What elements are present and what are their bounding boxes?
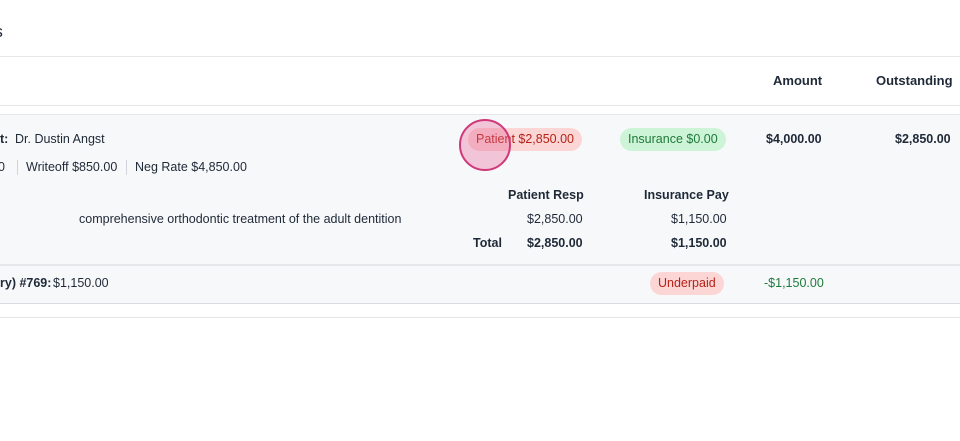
total-patient-resp: $2,850.00 (527, 236, 583, 250)
column-header-outstanding: Outstanding (876, 73, 953, 88)
page-title: nts (0, 22, 3, 42)
divider (0, 317, 960, 318)
total-label: Total (473, 236, 502, 250)
click-indicator (459, 119, 511, 171)
provider-name: Dr. Dustin Angst (15, 132, 105, 146)
stat-neg-rate: Neg Rate $4,850.00 (135, 160, 247, 174)
payment-amount: $1,150.00 (53, 276, 109, 290)
divider (0, 264, 960, 265)
payment-label: ry) #769: (0, 276, 52, 290)
stat-separator (17, 160, 18, 175)
panel-bottom-border (0, 303, 960, 304)
header-divider (0, 105, 960, 106)
column-header-amount: Amount (773, 73, 823, 88)
procedure-insurance-pay: $1,150.00 (671, 212, 727, 226)
total-insurance-pay: $1,150.00 (671, 236, 727, 250)
procedure-patient-resp: $2,850.00 (527, 212, 583, 226)
stat-writeoff: Writeoff $850.00 (26, 160, 118, 174)
stat-separator (126, 160, 127, 175)
procedure-description: comprehensive orthodontic treatment of t… (79, 212, 402, 226)
stat-partial: 0 (0, 160, 5, 174)
claim-amount: $4,000.00 (766, 132, 822, 146)
claim-outstanding: $2,850.00 (895, 132, 951, 146)
panel-divider (0, 265, 960, 266)
provider-label: t: (0, 132, 9, 146)
detail-header-patient-resp: Patient Resp (508, 188, 584, 202)
detail-header-insurance-pay: Insurance Pay (644, 188, 729, 202)
divider (0, 56, 960, 57)
payment-status-badge[interactable]: Underpaid (650, 272, 724, 295)
payment-difference: -$1,150.00 (764, 276, 824, 290)
insurance-balance-badge[interactable]: Insurance $0.00 (620, 128, 726, 151)
